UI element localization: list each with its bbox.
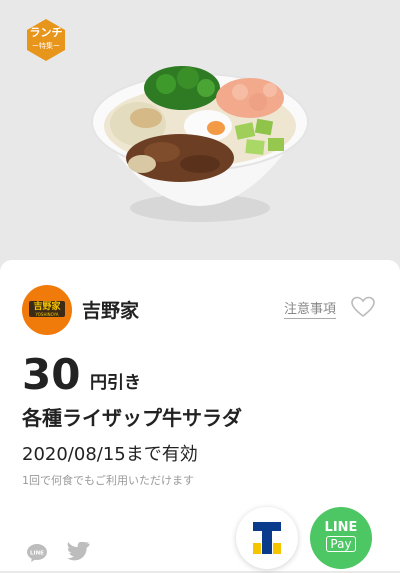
twitter-icon[interactable]: [67, 542, 91, 562]
salad-bowl-image: [91, 66, 309, 222]
linepay-button[interactable]: LINE Pay: [310, 507, 372, 569]
tpoint-logo-icon: [253, 522, 281, 554]
linepay-line-label: LINE: [324, 520, 358, 535]
usage-note: 1回で何食でもご利用いただけます: [22, 474, 194, 487]
line-share-label: LINE: [30, 551, 44, 557]
coupon-card: 吉野家 YOSHINOYA 吉野家 注意事項 30 円引き 各種ライザップ牛サラ…: [0, 260, 400, 571]
discount-unit: 円引き: [90, 373, 141, 393]
lunch-badge: ランチ ー特集ー: [24, 18, 68, 62]
brand-name: 吉野家: [82, 300, 140, 322]
logo-subtext: YOSHINOYA: [35, 312, 59, 317]
linepay-pay-text: Pay: [326, 536, 356, 552]
logo-plate: 吉野家 YOSHINOYA: [29, 301, 65, 317]
badge-label: ランチ: [29, 26, 63, 39]
hero-image-area: ランチ ー特集ー: [0, 0, 400, 260]
yoshinoya-logo: 吉野家 YOSHINOYA: [22, 285, 72, 335]
tpoint-button[interactable]: [236, 507, 298, 569]
linepay-pay-label: Pay: [310, 536, 372, 552]
notice-link[interactable]: 注意事項: [284, 298, 337, 319]
heart-icon[interactable]: [351, 296, 375, 318]
item-name: 各種ライザップ牛サラダ: [22, 406, 242, 430]
logo-text: 吉野家: [33, 302, 61, 312]
validity-date: 2020/08/15まで有効: [22, 444, 198, 465]
hexagon-badge-icon: [27, 19, 65, 61]
discount-amount: 30: [22, 350, 81, 399]
line-share-icon[interactable]: LINE: [26, 543, 48, 563]
badge-sublabel: ー特集ー: [32, 42, 60, 50]
